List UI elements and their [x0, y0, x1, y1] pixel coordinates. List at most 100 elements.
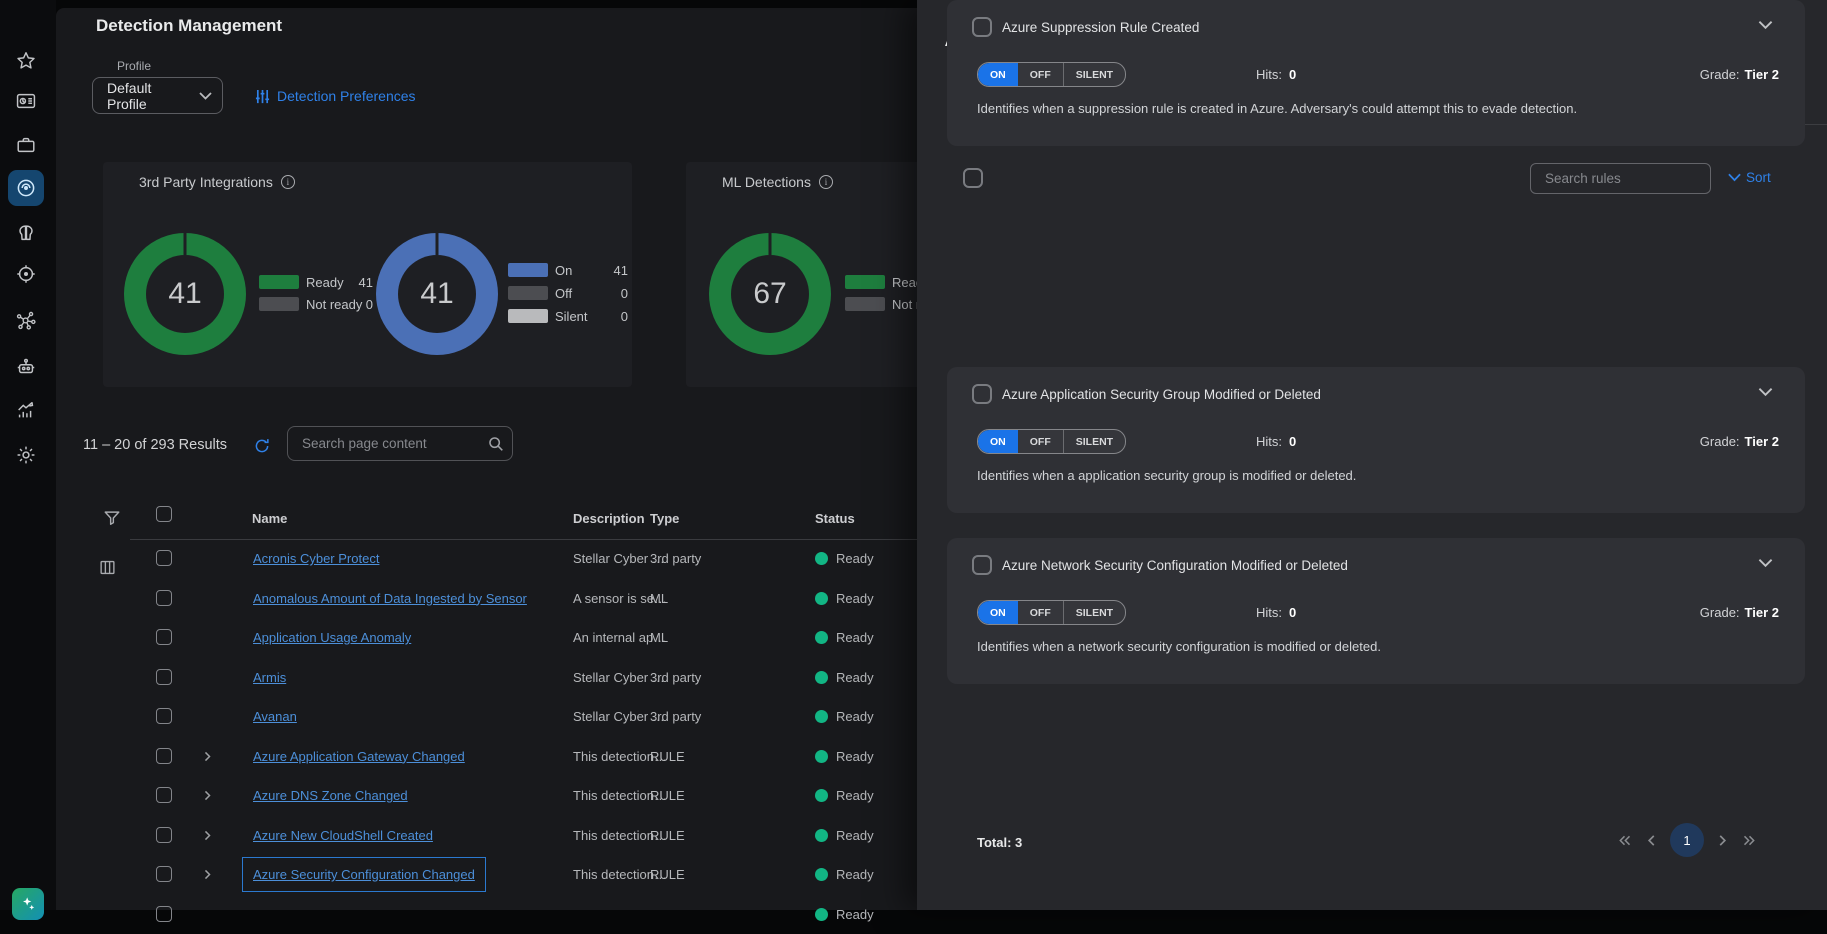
row-status: Ready: [836, 591, 874, 606]
row-checkbox[interactable]: [156, 708, 172, 724]
sidebar-item-hunting[interactable]: [8, 256, 44, 292]
sidebar-item-settings[interactable]: [8, 437, 44, 473]
rule-checkbox[interactable]: [972, 384, 992, 404]
detection-link[interactable]: Armis: [253, 670, 286, 685]
gear-icon: [15, 444, 37, 466]
rule-title: Azure Application Security Group Modifie…: [1002, 387, 1321, 402]
sidebar-item-detections[interactable]: [8, 170, 44, 206]
rules-search-input[interactable]: [1531, 171, 1730, 186]
toggle-off-button[interactable]: OFF: [1018, 430, 1063, 453]
column-header-name[interactable]: Name: [252, 511, 287, 526]
sidebar-item-favorites[interactable]: [8, 43, 44, 79]
toggle-on-button[interactable]: ON: [978, 430, 1018, 453]
row-checkbox[interactable]: [156, 748, 172, 764]
status-dot: [815, 710, 828, 723]
row-status: Ready: [836, 551, 874, 566]
rules-select-all-checkbox[interactable]: [963, 168, 983, 188]
info-icon[interactable]: [281, 175, 295, 189]
detection-link[interactable]: Azure Security Configuration Changed: [253, 867, 475, 882]
status-dot: [815, 908, 828, 921]
sidebar-item-correlation[interactable]: [8, 302, 44, 338]
chevron-down-icon[interactable]: [1758, 20, 1773, 30]
page-number[interactable]: 1: [1670, 823, 1704, 857]
toggle-silent-button[interactable]: SILENT: [1063, 430, 1125, 453]
toggle-off-button[interactable]: OFF: [1018, 601, 1063, 624]
refresh-icon[interactable]: [253, 437, 271, 455]
detection-link[interactable]: Application Usage Anomaly: [253, 630, 411, 645]
grade-value: Tier 2: [1745, 67, 1779, 82]
toggle-silent-button[interactable]: SILENT: [1063, 601, 1125, 624]
legend-label: Ready: [306, 275, 344, 290]
select-all-checkbox[interactable]: [156, 506, 172, 522]
grade-label: Grade:: [1700, 605, 1740, 620]
profile-dropdown-value: Default Profile: [107, 80, 191, 112]
detection-link[interactable]: Azure New CloudShell Created: [253, 828, 433, 843]
profile-dropdown[interactable]: Default Profile: [92, 77, 223, 114]
detection-link[interactable]: Azure DNS Zone Changed: [253, 788, 408, 803]
row-type: ML: [650, 630, 668, 645]
expand-chevron-icon[interactable]: [201, 750, 214, 763]
info-icon[interactable]: [819, 175, 833, 189]
briefcase-icon: [15, 134, 37, 156]
page-search-input[interactable]: [288, 436, 487, 451]
toggle-silent-button[interactable]: SILENT: [1063, 63, 1125, 86]
row-checkbox[interactable]: [156, 787, 172, 803]
toggle-off-button[interactable]: OFF: [1018, 63, 1063, 86]
legend-label: Off: [555, 286, 572, 301]
rule-checkbox[interactable]: [972, 17, 992, 37]
rule-checkbox[interactable]: [972, 555, 992, 575]
next-page-icon[interactable]: [1718, 834, 1728, 847]
sidebar-item-cases[interactable]: [8, 127, 44, 163]
chevron-down-icon[interactable]: [1758, 387, 1773, 397]
last-page-icon[interactable]: [1742, 834, 1757, 847]
ready-donut-chart: 41: [124, 233, 246, 355]
column-header-status[interactable]: Status: [815, 511, 855, 526]
row-checkbox[interactable]: [156, 669, 172, 685]
first-page-icon[interactable]: [1617, 834, 1632, 847]
row-checkbox[interactable]: [156, 866, 172, 882]
rule-card: Azure Application Security Group Modifie…: [947, 367, 1805, 513]
sidebar-item-reports[interactable]: [8, 392, 44, 428]
sidebar-item-ml[interactable]: [8, 215, 44, 251]
legend-item: Off: [508, 286, 572, 300]
detection-link[interactable]: Azure Application Gateway Changed: [253, 749, 465, 764]
expand-chevron-icon[interactable]: [201, 789, 214, 802]
column-header-type[interactable]: Type: [650, 511, 679, 526]
sidebar-item-assistant[interactable]: [12, 888, 44, 920]
target-icon: [15, 263, 37, 285]
row-type: RULE: [650, 788, 685, 803]
row-checkbox[interactable]: [156, 629, 172, 645]
row-checkbox[interactable]: [156, 590, 172, 606]
chevron-down-icon[interactable]: [1758, 558, 1773, 568]
detection-link[interactable]: Anomalous Amount of Data Ingested by Sen…: [253, 591, 527, 606]
toggle-on-button[interactable]: ON: [978, 63, 1018, 86]
detection-link[interactable]: Avanan: [253, 709, 297, 724]
expand-chevron-icon[interactable]: [201, 868, 214, 881]
detection-link[interactable]: Acronis Cyber Protect: [253, 551, 379, 566]
row-type: RULE: [650, 867, 685, 882]
row-checkbox[interactable]: [156, 550, 172, 566]
sort-button[interactable]: Sort: [1728, 170, 1771, 185]
toggle-on-button[interactable]: ON: [978, 601, 1018, 624]
status-dot: [815, 868, 828, 881]
radar-detections-icon: [15, 177, 37, 199]
sidebar-item-automation[interactable]: [8, 349, 44, 385]
row-status: Ready: [836, 828, 874, 843]
sidebar-item-dashboard[interactable]: [8, 83, 44, 119]
hits-label: Hits:: [1256, 67, 1282, 82]
legend-value: 41: [339, 275, 373, 290]
legend-swatch: [259, 297, 299, 311]
chevron-down-icon: [199, 92, 212, 100]
column-header-description[interactable]: Description: [573, 511, 645, 526]
detection-preferences-link[interactable]: Detection Preferences: [255, 88, 416, 104]
legend-swatch: [845, 297, 885, 311]
expand-chevron-icon[interactable]: [201, 829, 214, 842]
row-checkbox[interactable]: [156, 827, 172, 843]
detection-preferences-label: Detection Preferences: [277, 88, 416, 104]
page-search: [287, 426, 513, 461]
trend-chart-icon: [15, 399, 37, 421]
row-checkbox[interactable]: [156, 906, 172, 922]
status-dot: [815, 789, 828, 802]
hits-label: Hits:: [1256, 605, 1282, 620]
prev-page-icon[interactable]: [1646, 834, 1656, 847]
